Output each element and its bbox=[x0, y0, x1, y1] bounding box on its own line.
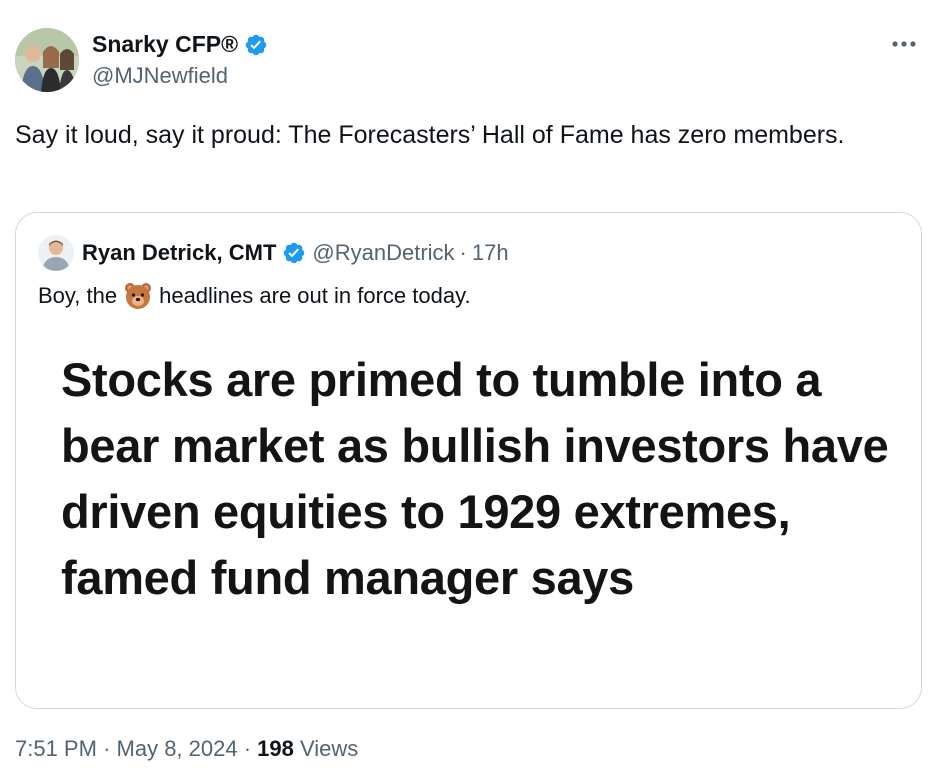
tweet-text: Say it loud, say it proud: The Forecaste… bbox=[15, 121, 845, 149]
tweet-date[interactable]: May 8, 2024 bbox=[117, 736, 238, 761]
more-horizontal-icon bbox=[892, 41, 916, 47]
views-label[interactable]: Views bbox=[300, 736, 358, 761]
quoted-author-avatar[interactable] bbox=[38, 235, 74, 271]
author-handle[interactable]: @MJNewfield bbox=[92, 63, 228, 89]
meta-separator: · bbox=[243, 736, 252, 761]
quoted-verified-badge-icon bbox=[284, 242, 305, 264]
quoted-tweet[interactable]: Ryan Detrick, CMT @RyanDetrick · 17h Boy… bbox=[15, 212, 922, 709]
author-avatar[interactable] bbox=[15, 28, 79, 92]
quoted-author-name[interactable]: Ryan Detrick, CMT bbox=[82, 240, 276, 266]
quoted-tweet-text: Boy, the headlines are out in force toda… bbox=[38, 281, 471, 311]
quoted-timestamp[interactable]: 17h bbox=[472, 240, 509, 266]
author-name-text[interactable]: Snarky CFP® bbox=[92, 31, 238, 58]
quoted-headline-image[interactable]: Stocks are primed to tumble into a bear … bbox=[16, 325, 921, 708]
bear-face-emoji-icon bbox=[125, 283, 152, 309]
quoted-text-before: Boy, the bbox=[38, 283, 118, 308]
tweet-time[interactable]: 7:51 PM bbox=[15, 736, 97, 761]
author-name[interactable]: Snarky CFP® bbox=[92, 31, 268, 58]
views-count[interactable]: 198 bbox=[257, 736, 294, 761]
tweet-meta: 7:51 PM · May 8, 2024 · 198 Views bbox=[15, 736, 358, 762]
quoted-tweet-header: Ryan Detrick, CMT @RyanDetrick · 17h bbox=[38, 235, 509, 271]
tweet: Snarky CFP® @MJNewfield Say it loud, say… bbox=[0, 0, 936, 782]
more-button[interactable] bbox=[888, 32, 920, 56]
quoted-separator: · bbox=[459, 240, 467, 265]
quoted-author-handle[interactable]: @RyanDetrick bbox=[312, 240, 454, 266]
verified-badge-icon bbox=[245, 34, 267, 55]
quoted-text-after: headlines are out in force today. bbox=[159, 283, 471, 308]
headline-text: Stocks are primed to tumble into a bear … bbox=[61, 353, 889, 604]
meta-separator: · bbox=[103, 736, 111, 761]
